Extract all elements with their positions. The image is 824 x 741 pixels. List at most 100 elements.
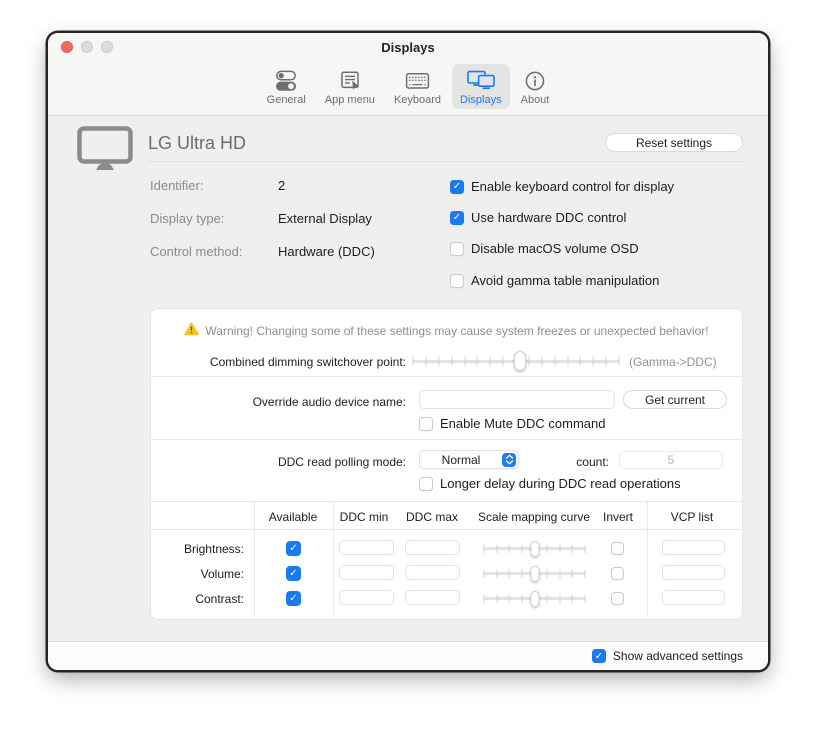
slider-tick [585,545,586,553]
audio-name-input[interactable] [419,390,615,409]
tab-general[interactable]: General [259,64,314,109]
slider-thumb[interactable] [514,351,526,371]
slider-tick [496,570,497,578]
option-keyboard-control: Enable keyboard control for display [450,179,674,194]
info-label: Control method: [150,244,278,259]
slider-tick [496,595,497,603]
contrast-ddc-max-input[interactable] [405,590,460,605]
contrast-vcp-input[interactable] [662,590,725,605]
brightness-curve-slider[interactable] [484,538,585,559]
col-header-ddc-min: DDC min [340,510,389,524]
volume-vcp-input[interactable] [662,565,725,580]
longer-delay-checkbox[interactable] [419,477,433,491]
slider-thumb[interactable] [530,541,539,557]
window-title: Displays [381,40,434,55]
divider [151,501,742,502]
slider-tick [567,357,568,366]
tab-label: App menu [325,94,375,106]
option-label: Avoid gamma table manipulation [471,273,659,288]
info-label: Identifier: [150,178,278,193]
slider-thumb[interactable] [530,566,539,582]
tab-displays[interactable]: Displays [452,64,510,109]
reset-settings-button[interactable]: Reset settings [605,133,743,152]
slider-thumb[interactable] [530,591,539,607]
mute-ddc-checkbox[interactable] [419,417,433,431]
count-input[interactable] [619,451,723,469]
keyboard-control-checkbox[interactable] [450,180,464,194]
option-label: Use hardware DDC control [471,210,626,225]
slider-tick [541,357,542,366]
disable-osd-checkbox[interactable] [450,242,464,256]
volume-curve-slider[interactable] [484,563,585,584]
tab-app-menu[interactable]: App menu [317,64,383,109]
audio-override-label: Override audio device name: [151,395,406,409]
dimming-label: Combined dimming switchover point: [151,355,406,369]
info-icon [523,67,547,94]
minimize-button[interactable] [81,41,93,53]
keyboard-icon [404,67,431,94]
volume-ddc-max-input[interactable] [405,565,460,580]
slider-tick [413,357,414,366]
mute-ddc-label: Enable Mute DDC command [440,416,605,431]
option-disable-osd: Disable macOS volume OSD [450,241,639,256]
slider-tick [451,357,452,366]
content-area: LG Ultra HD Reset settings Identifier: 2… [48,116,768,641]
col-header-vcp-list: VCP list [671,510,713,524]
option-label: Disable macOS volume OSD [471,241,639,256]
slider-tick [547,595,548,603]
row-label: Contrast: [151,592,244,606]
tab-about[interactable]: About [513,64,558,109]
volume-ddc-min-input[interactable] [339,565,394,580]
traffic-lights [61,41,113,53]
toggles-icon [273,67,299,94]
titlebar: Displays [48,33,768,61]
dimming-slider[interactable] [413,350,619,372]
zoom-button[interactable] [101,41,113,53]
show-advanced-label: Show advanced settings [613,649,743,663]
volume-invert-checkbox[interactable] [611,567,624,580]
header-divider [148,161,743,162]
contrast-invert-checkbox[interactable] [611,592,624,605]
show-advanced-checkbox[interactable] [592,649,606,663]
volume-available-checkbox[interactable] [286,566,301,581]
brightness-vcp-input[interactable] [662,540,725,555]
slider-tick [425,357,426,366]
slider-tick [490,357,491,366]
advanced-settings-panel: Warning! Changing some of these settings… [150,308,743,620]
hardware-ddc-checkbox[interactable] [450,211,464,225]
contrast-available-checkbox[interactable] [286,591,301,606]
get-current-button[interactable]: Get current [623,390,727,409]
polling-mode-select[interactable]: Normal [419,450,519,469]
info-value: 2 [278,178,285,193]
contrast-ddc-min-input[interactable] [339,590,394,605]
avoid-gamma-checkbox[interactable] [450,274,464,288]
brightness-ddc-max-input[interactable] [405,540,460,555]
brightness-invert-checkbox[interactable] [611,542,624,555]
slider-tick [606,357,607,366]
slider-tick [484,570,485,578]
table-header-divider [151,529,742,530]
tab-label: Keyboard [394,94,441,106]
slider-tick [509,570,510,578]
option-label: Enable keyboard control for display [471,179,674,194]
slider-tick [528,357,529,366]
table-row-contrast: Contrast: [151,586,742,611]
monitor-icon [77,126,133,176]
slider-tick [559,570,560,578]
col-header-available: Available [269,510,317,524]
dimming-suffix: (Gamma->DDC) [629,355,717,369]
close-button[interactable] [61,41,73,53]
tab-keyboard[interactable]: Keyboard [386,64,449,109]
brightness-available-checkbox[interactable] [286,541,301,556]
displays-icon [466,67,496,94]
toolbar: General App menu [48,61,768,116]
slider-tick [572,545,573,553]
slider-tick [572,595,573,603]
slider-tick [547,570,548,578]
table-row-volume: Volume: [151,561,742,586]
row-label: Volume: [151,567,244,581]
contrast-curve-slider[interactable] [484,588,585,609]
slider-tick [503,357,504,366]
brightness-ddc-min-input[interactable] [339,540,394,555]
slider-tick [580,357,581,366]
